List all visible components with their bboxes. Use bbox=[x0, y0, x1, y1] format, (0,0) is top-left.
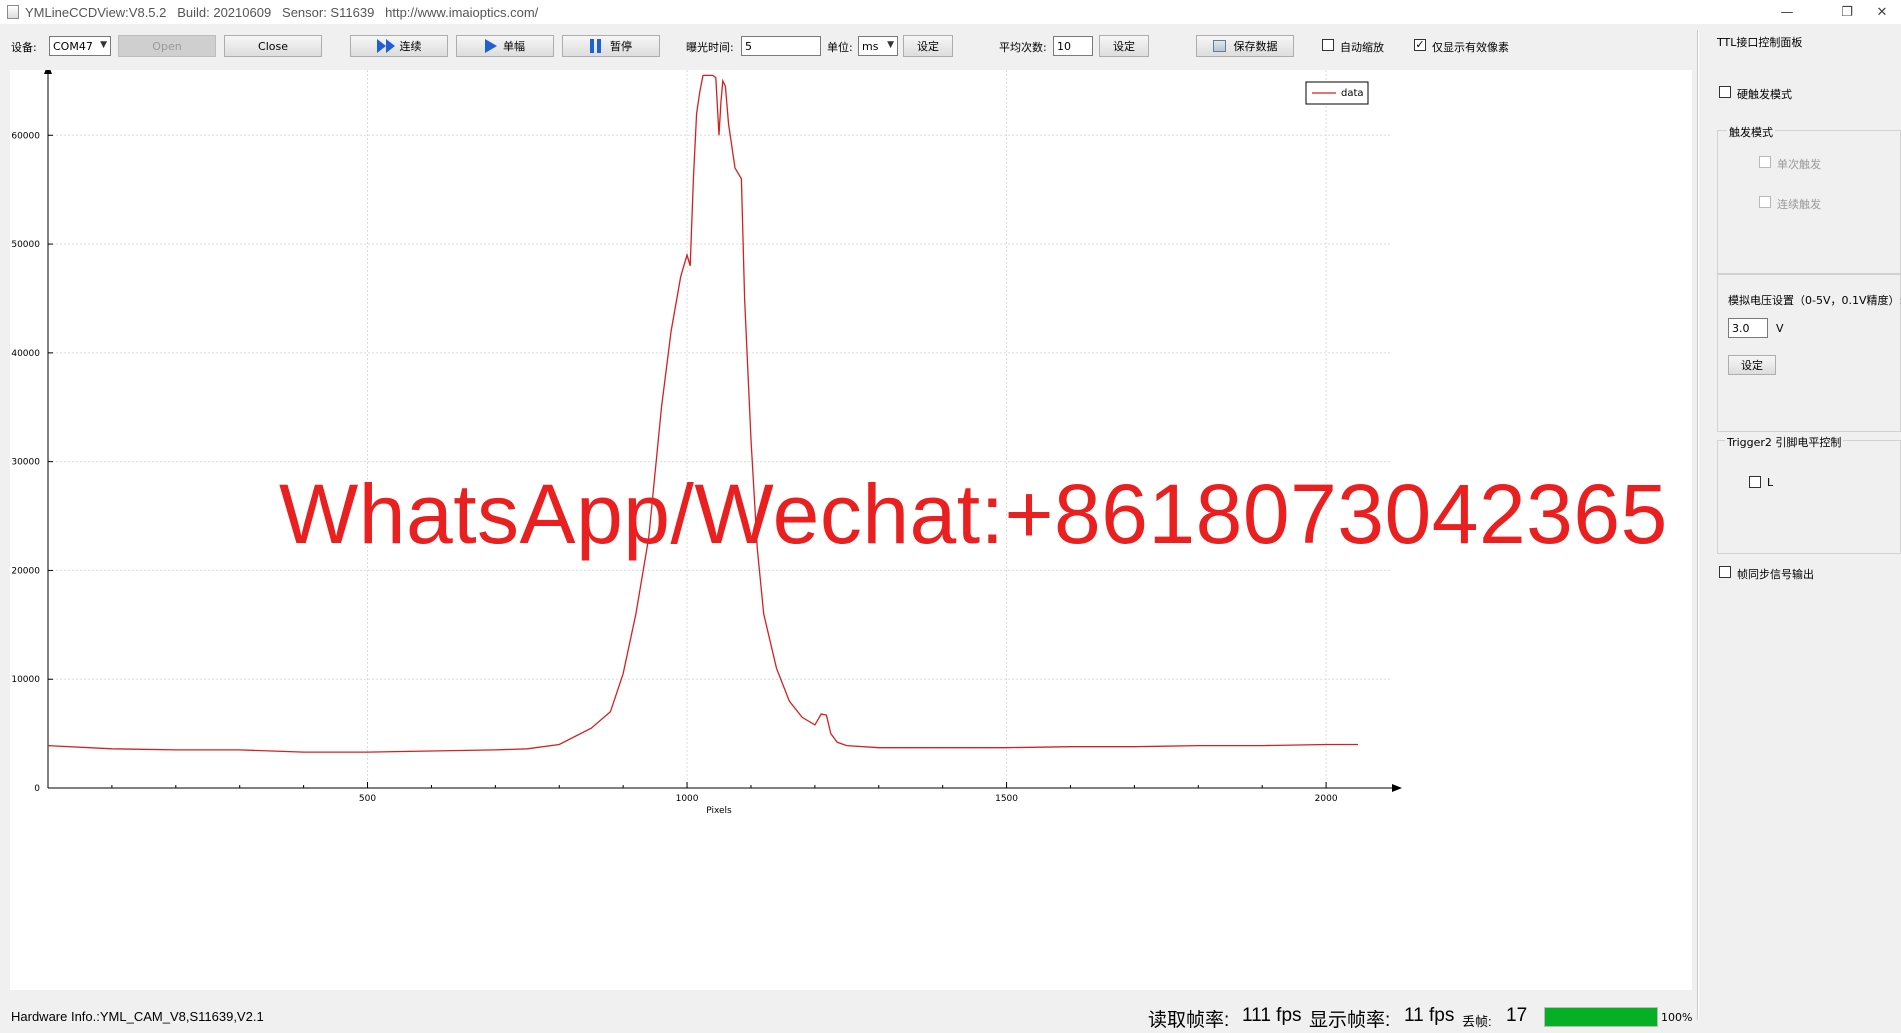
hard-trigger-label: 硬触发模式 bbox=[1737, 88, 1792, 101]
y-tick-label: 0 bbox=[34, 784, 40, 794]
legend-label: data bbox=[1341, 88, 1364, 99]
dropped-frames-value: 17 bbox=[1506, 1005, 1528, 1026]
title-bar: YMLineCCDView:V8.5.2 Build: 20210609 Sen… bbox=[0, 0, 1901, 24]
restore-icon: ❐ bbox=[1841, 4, 1853, 20]
x-axis-label: Pixels bbox=[706, 806, 732, 816]
chevron-down-icon: ▼ bbox=[887, 40, 894, 50]
hardware-info: Hardware Info.:YML_CAM_V8,S11639,V2.1 bbox=[11, 1009, 264, 1024]
exposure-set-button-label: 设定 bbox=[917, 40, 939, 53]
y-tick-label: 30000 bbox=[11, 458, 40, 468]
open-button[interactable]: Open bbox=[118, 35, 216, 57]
single-trigger-checkbox[interactable] bbox=[1759, 156, 1771, 168]
voltage-set-button-label: 设定 bbox=[1741, 359, 1763, 372]
exposure-label: 曝光时间: bbox=[686, 41, 734, 54]
device-select[interactable]: COM47 ▼ bbox=[49, 36, 111, 56]
average-set-button[interactable]: 设定 bbox=[1099, 35, 1149, 57]
progress-bar bbox=[1544, 1007, 1658, 1027]
single-frame-button-label: 单幅 bbox=[503, 40, 525, 53]
panel-divider[interactable] bbox=[1697, 30, 1699, 1020]
series-line-data bbox=[47, 74, 1358, 753]
valid-pixels-checkbox[interactable]: ✓ bbox=[1414, 39, 1426, 51]
x-tick-label: 2000 bbox=[1315, 794, 1338, 804]
continuous-button-label: 连续 bbox=[399, 40, 422, 53]
hard-trigger-checkbox[interactable] bbox=[1719, 86, 1731, 98]
app-icon bbox=[7, 5, 19, 19]
average-input-value: 10 bbox=[1057, 39, 1071, 53]
trigger2-level-checkbox[interactable] bbox=[1749, 476, 1761, 488]
average-set-button-label: 设定 bbox=[1113, 40, 1135, 53]
unit-select-value: ms bbox=[862, 39, 879, 53]
chevron-down-icon: ▼ bbox=[100, 40, 107, 50]
x-axis-arrow-icon bbox=[1392, 784, 1402, 792]
x-tick-label: 1000 bbox=[676, 794, 699, 804]
continuous-trigger-checkbox[interactable] bbox=[1759, 196, 1771, 208]
app-window: YMLineCCDView:V8.5.2 Build: 20210609 Sen… bbox=[0, 0, 1901, 1033]
y-tick-label: 10000 bbox=[11, 675, 40, 685]
single-frame-button[interactable]: 单幅 bbox=[456, 35, 554, 57]
average-label: 平均次数: bbox=[999, 41, 1047, 54]
valid-pixels-label: 仅显示有效像素 bbox=[1432, 41, 1509, 54]
device-select-value: COM47 bbox=[53, 39, 93, 53]
frame-sync-label: 帧同步信号输出 bbox=[1737, 568, 1814, 581]
average-input[interactable]: 10 bbox=[1053, 36, 1093, 56]
unit-label: 单位: bbox=[827, 41, 853, 54]
x-tick-label: 500 bbox=[359, 794, 376, 804]
progress-percent: 100% bbox=[1661, 1011, 1693, 1024]
open-button-label: Open bbox=[152, 39, 182, 53]
window-title: YMLineCCDView:V8.5.2 Build: 20210609 Sen… bbox=[25, 4, 539, 20]
y-tick-label: 60000 bbox=[11, 131, 40, 141]
pause-icon bbox=[590, 39, 604, 53]
watermark-text: WhatsApp/Wechat:+8618073042365 bbox=[279, 467, 1668, 561]
pause-button[interactable]: 暂停 bbox=[562, 35, 660, 57]
y-tick-label: 50000 bbox=[11, 240, 40, 250]
minimize-button[interactable]: — bbox=[1765, 0, 1809, 24]
voltage-input[interactable]: 3.0 bbox=[1728, 318, 1768, 338]
close-icon: ✕ bbox=[1876, 4, 1888, 20]
close-device-button[interactable]: Close bbox=[224, 35, 322, 57]
toolbar: 设备: COM47 ▼ Open Close 连续 单幅 暂停 曝光时间: 5 … bbox=[0, 24, 1700, 68]
voltage-title: 模拟电压设置（0-5V，0.1V精度）: bbox=[1728, 294, 1901, 307]
read-fps-label: 读取帧率: bbox=[1148, 1010, 1230, 1031]
minimize-icon: — bbox=[1780, 4, 1794, 20]
y-tick-label: 40000 bbox=[11, 349, 40, 359]
voltage-set-button[interactable]: 设定 bbox=[1728, 355, 1776, 375]
display-fps-label: 显示帧率: bbox=[1309, 1010, 1391, 1031]
trigger-mode-title: 触发模式 bbox=[1727, 124, 1775, 140]
fast-forward-icon bbox=[376, 39, 395, 53]
x-tick-label: 1500 bbox=[995, 794, 1018, 804]
y-axis-arrow-icon bbox=[44, 70, 52, 74]
trigger2-title: Trigger2 引脚电平控制 bbox=[1725, 434, 1844, 450]
panel-title: TTL接口控制面板 bbox=[1717, 36, 1803, 49]
check-mark-icon: ✓ bbox=[1415, 38, 1425, 51]
single-trigger-label: 单次触发 bbox=[1777, 158, 1821, 171]
trigger2-level-label: L bbox=[1767, 476, 1774, 489]
voltage-input-value: 3.0 bbox=[1732, 321, 1750, 335]
close-device-button-label: Close bbox=[258, 39, 288, 53]
continuous-trigger-label: 连续触发 bbox=[1777, 198, 1821, 211]
read-fps-value: 111 fps bbox=[1242, 1005, 1302, 1026]
exposure-set-button[interactable]: 设定 bbox=[903, 35, 953, 57]
y-tick-label: 20000 bbox=[11, 566, 40, 576]
save-icon bbox=[1212, 40, 1226, 52]
voltage-unit: V bbox=[1776, 322, 1784, 335]
exposure-input-value: 5 bbox=[745, 39, 752, 53]
continuous-button[interactable]: 连续 bbox=[350, 35, 448, 57]
dropped-frames-label: 丢帧: bbox=[1462, 1014, 1492, 1029]
trigger2-group bbox=[1717, 440, 1901, 554]
device-label: 设备: bbox=[11, 41, 37, 54]
window-close-button[interactable]: ✕ bbox=[1863, 0, 1901, 24]
pause-button-label: 暂停 bbox=[610, 40, 632, 53]
ttl-control-panel: TTL接口控制面板 硬触发模式 触发模式 单次触发 连续触发 模拟电压设置（0-… bbox=[1701, 30, 1901, 1020]
progress-fill bbox=[1545, 1008, 1657, 1026]
auto-scale-label: 自动缩放 bbox=[1340, 41, 1384, 54]
unit-select[interactable]: ms ▼ bbox=[858, 36, 898, 56]
play-icon bbox=[485, 39, 497, 53]
save-data-button[interactable]: 保存数据 bbox=[1196, 35, 1294, 57]
frame-sync-checkbox[interactable] bbox=[1719, 566, 1731, 578]
exposure-input[interactable]: 5 bbox=[741, 36, 821, 56]
display-fps-value: 11 fps bbox=[1404, 1005, 1455, 1026]
auto-scale-checkbox[interactable] bbox=[1322, 39, 1334, 51]
save-data-button-label: 保存数据 bbox=[1233, 40, 1278, 53]
